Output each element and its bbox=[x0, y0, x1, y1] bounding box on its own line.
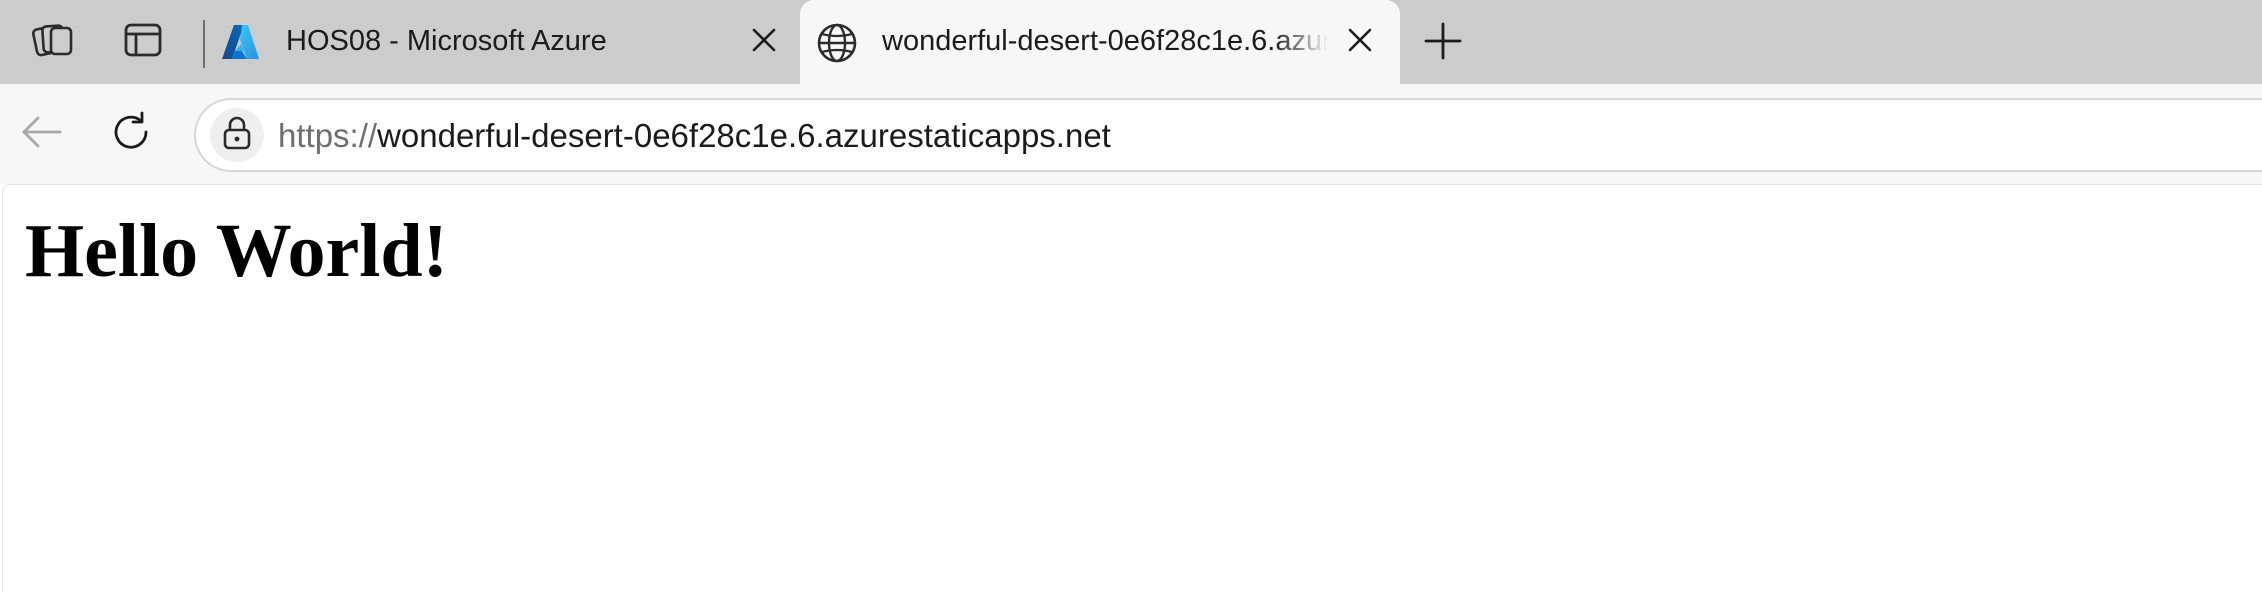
workspaces-icon bbox=[31, 20, 75, 60]
close-tab-button[interactable] bbox=[746, 24, 782, 60]
tab-wonderful-desert[interactable]: wonderful-desert-0e6f28c1e.6.azurestatic… bbox=[800, 0, 1400, 84]
close-icon bbox=[1347, 27, 1373, 58]
refresh-icon bbox=[110, 110, 154, 159]
tab-hos08-azure[interactable]: HOS08 - Microsoft Azure bbox=[208, 0, 796, 84]
address-bar[interactable]: https://wonderful-desert-0e6f28c1e.6.azu… bbox=[194, 98, 2262, 172]
back-button[interactable] bbox=[14, 106, 70, 162]
browser-toolbar: https://wonderful-desert-0e6f28c1e.6.azu… bbox=[0, 84, 2262, 184]
page-content: Hello World! bbox=[2, 184, 2262, 592]
workspaces-button[interactable] bbox=[26, 17, 80, 63]
site-info-button[interactable] bbox=[210, 108, 264, 162]
url-scheme: https:// bbox=[278, 117, 378, 154]
browser-window: HOS08 - Microsoft Azure wonderful-desert… bbox=[0, 0, 2262, 592]
tab-strip-divider bbox=[203, 20, 205, 68]
tab-actions-icon bbox=[123, 20, 163, 60]
tab-actions-button[interactable] bbox=[116, 17, 170, 63]
lock-icon bbox=[222, 116, 252, 155]
plus-icon bbox=[1424, 22, 1462, 65]
tab-strip: HOS08 - Microsoft Azure wonderful-desert… bbox=[0, 0, 2262, 84]
back-arrow-icon bbox=[20, 114, 64, 155]
tab-title: wonderful-desert-0e6f28c1e.6.azurestatic… bbox=[882, 25, 1328, 57]
url-host: wonderful-desert-0e6f28c1e.6.azurestatic… bbox=[377, 117, 1111, 154]
refresh-button[interactable] bbox=[104, 106, 160, 162]
globe-icon bbox=[816, 22, 857, 63]
azure-logo-icon bbox=[220, 22, 260, 62]
tab-title: HOS08 - Microsoft Azure bbox=[286, 25, 607, 57]
new-tab-button[interactable] bbox=[1418, 18, 1468, 68]
close-tab-button[interactable] bbox=[1342, 24, 1378, 60]
close-icon bbox=[751, 27, 777, 58]
url-text[interactable]: https://wonderful-desert-0e6f28c1e.6.azu… bbox=[278, 114, 1111, 158]
page-heading: Hello World! bbox=[25, 209, 448, 293]
